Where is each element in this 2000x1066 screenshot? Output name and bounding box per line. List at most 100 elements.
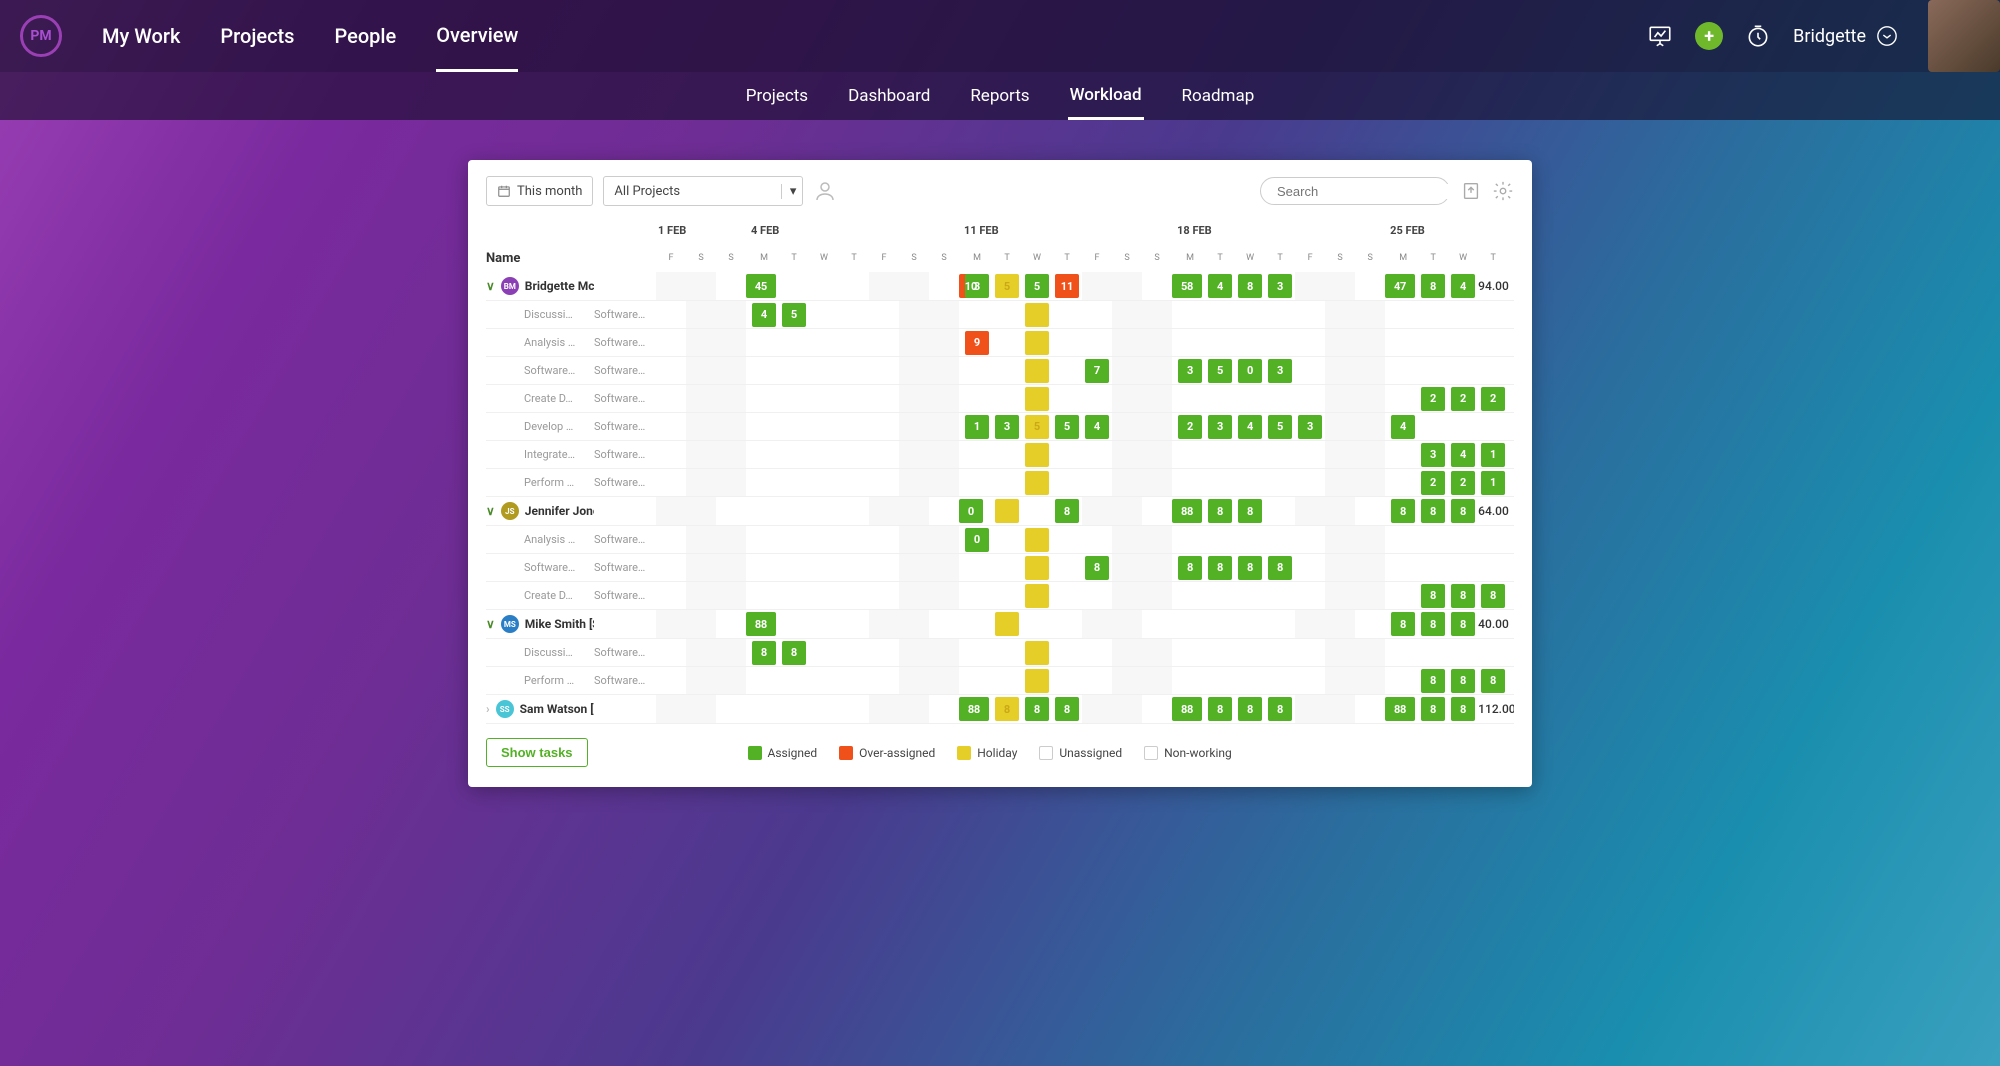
workload-value[interactable] [1025, 669, 1049, 693]
workload-value[interactable]: 4 [1451, 274, 1475, 298]
workload-value[interactable] [995, 499, 1019, 523]
workload-value[interactable]: 2 [1421, 471, 1445, 495]
workload-value[interactable] [1025, 471, 1049, 495]
expand-toggle[interactable]: ∨ [486, 617, 495, 631]
workload-value[interactable]: 8 [1025, 697, 1049, 721]
workload-value[interactable]: 1 [1481, 471, 1505, 495]
user-menu[interactable]: Bridgette [1793, 25, 1898, 47]
workload-value[interactable]: 8 [1178, 556, 1202, 580]
projects-select[interactable]: All Projects ▾ [603, 176, 803, 206]
workload-value[interactable]: 8 [1421, 584, 1445, 608]
workload-value[interactable]: 5 [1025, 415, 1049, 439]
workload-value[interactable]: 8 [1421, 697, 1445, 721]
workload-value[interactable] [1025, 387, 1049, 411]
workload-value[interactable]: 8 [1238, 697, 1262, 721]
workload-value[interactable]: 8 [1055, 697, 1079, 721]
workload-value[interactable]: 8 [782, 641, 806, 665]
nav-item-my-work[interactable]: My Work [102, 24, 180, 70]
settings-icon[interactable] [1492, 180, 1514, 202]
nav-item-overview[interactable]: Overview [436, 23, 518, 72]
workload-value[interactable]: 0 [965, 528, 989, 552]
workload-value[interactable]: 5 [782, 303, 806, 327]
workload-value[interactable]: 8 [1421, 274, 1445, 298]
workload-value[interactable]: 1 [965, 415, 989, 439]
workload-value[interactable]: 0 [1238, 359, 1262, 383]
workload-value[interactable] [1025, 528, 1049, 552]
workload-value[interactable]: 3 [1268, 274, 1292, 298]
workload-value[interactable] [1025, 443, 1049, 467]
workload-value[interactable]: 3 [1298, 415, 1322, 439]
workload-value[interactable]: 2 [1451, 471, 1475, 495]
workload-value[interactable]: 8 [1451, 669, 1475, 693]
workload-value[interactable]: 8 [1451, 499, 1475, 523]
workload-value[interactable]: 4 [1391, 415, 1415, 439]
person-filter-icon[interactable] [813, 177, 837, 205]
workload-value[interactable]: 1 [1481, 443, 1505, 467]
workload-value[interactable]: 8 [1238, 499, 1262, 523]
workload-value[interactable]: 8 [1238, 274, 1262, 298]
subnav-item-reports[interactable]: Reports [968, 86, 1031, 118]
workload-value[interactable]: 8 [1208, 556, 1232, 580]
workload-value[interactable] [1025, 584, 1049, 608]
logo[interactable]: PM [20, 15, 62, 57]
workload-value[interactable] [1025, 331, 1049, 355]
nav-item-people[interactable]: People [334, 24, 396, 70]
avatar[interactable] [1928, 0, 2000, 72]
workload-value[interactable]: 2 [1178, 415, 1202, 439]
workload-value[interactable]: 8 [1085, 556, 1109, 580]
search-input[interactable] [1277, 184, 1453, 199]
workload-value[interactable]: 8 [1055, 499, 1079, 523]
workload-value[interactable] [1025, 359, 1049, 383]
workload-value[interactable]: 5 [995, 274, 1019, 298]
workload-value[interactable]: 5 [1025, 274, 1049, 298]
workload-value[interactable]: 3 [1208, 415, 1232, 439]
range-button[interactable]: This month [486, 176, 593, 206]
workload-value[interactable]: 3 [995, 415, 1019, 439]
workload-value[interactable]: 4 [1451, 443, 1475, 467]
workload-value[interactable]: 8 [1451, 584, 1475, 608]
workload-value[interactable]: 8 [1391, 499, 1415, 523]
workload-value[interactable]: 3 [1421, 443, 1445, 467]
workload-value[interactable]: 9 [965, 331, 989, 355]
workload-value[interactable]: 8 [1451, 612, 1475, 636]
expand-toggle[interactable]: ∨ [486, 279, 495, 293]
expand-toggle[interactable]: ∨ [486, 504, 495, 518]
workload-value[interactable]: 8 [1391, 612, 1415, 636]
workload-value[interactable] [1025, 556, 1049, 580]
workload-value[interactable]: 8 [1268, 556, 1292, 580]
subnav-item-roadmap[interactable]: Roadmap [1180, 86, 1257, 118]
workload-value[interactable]: 8 [1208, 499, 1232, 523]
workload-value[interactable] [1025, 641, 1049, 665]
workload-value[interactable]: 8 [1421, 612, 1445, 636]
workload-value[interactable]: 8 [1421, 669, 1445, 693]
export-icon[interactable] [1460, 180, 1482, 202]
show-tasks-button[interactable]: Show tasks [486, 738, 588, 767]
workload-value[interactable] [1025, 303, 1049, 327]
workload-value[interactable]: 5 [1268, 415, 1292, 439]
workload-value[interactable]: 8 [1238, 556, 1262, 580]
expand-toggle[interactable]: › [486, 702, 490, 716]
workload-value[interactable]: 4 [1208, 274, 1232, 298]
workload-value[interactable]: 3 [1178, 359, 1202, 383]
workload-value[interactable]: 8 [1481, 584, 1505, 608]
timer-icon[interactable] [1743, 21, 1773, 51]
workload-value[interactable]: 5 [1055, 415, 1079, 439]
presentation-icon[interactable] [1645, 21, 1675, 51]
workload-value[interactable]: 8 [1451, 697, 1475, 721]
workload-value[interactable]: 8 [1421, 499, 1445, 523]
workload-value[interactable]: 8 [1208, 697, 1232, 721]
workload-value[interactable] [995, 612, 1019, 636]
workload-value[interactable]: 2 [1421, 387, 1445, 411]
workload-value[interactable]: 11 [1055, 274, 1079, 298]
subnav-item-workload[interactable]: Workload [1068, 85, 1144, 120]
workload-value[interactable]: 2 [1481, 387, 1505, 411]
workload-value[interactable]: 4 [752, 303, 776, 327]
workload-value[interactable]: 2 [1451, 387, 1475, 411]
workload-value[interactable]: 7 [1085, 359, 1109, 383]
workload-value[interactable]: 8 [995, 697, 1019, 721]
workload-value[interactable]: 8 [1268, 697, 1292, 721]
nav-item-projects[interactable]: Projects [220, 24, 294, 70]
workload-value[interactable]: 3 [1268, 359, 1292, 383]
subnav-item-projects[interactable]: Projects [744, 86, 810, 118]
subnav-item-dashboard[interactable]: Dashboard [846, 86, 932, 118]
